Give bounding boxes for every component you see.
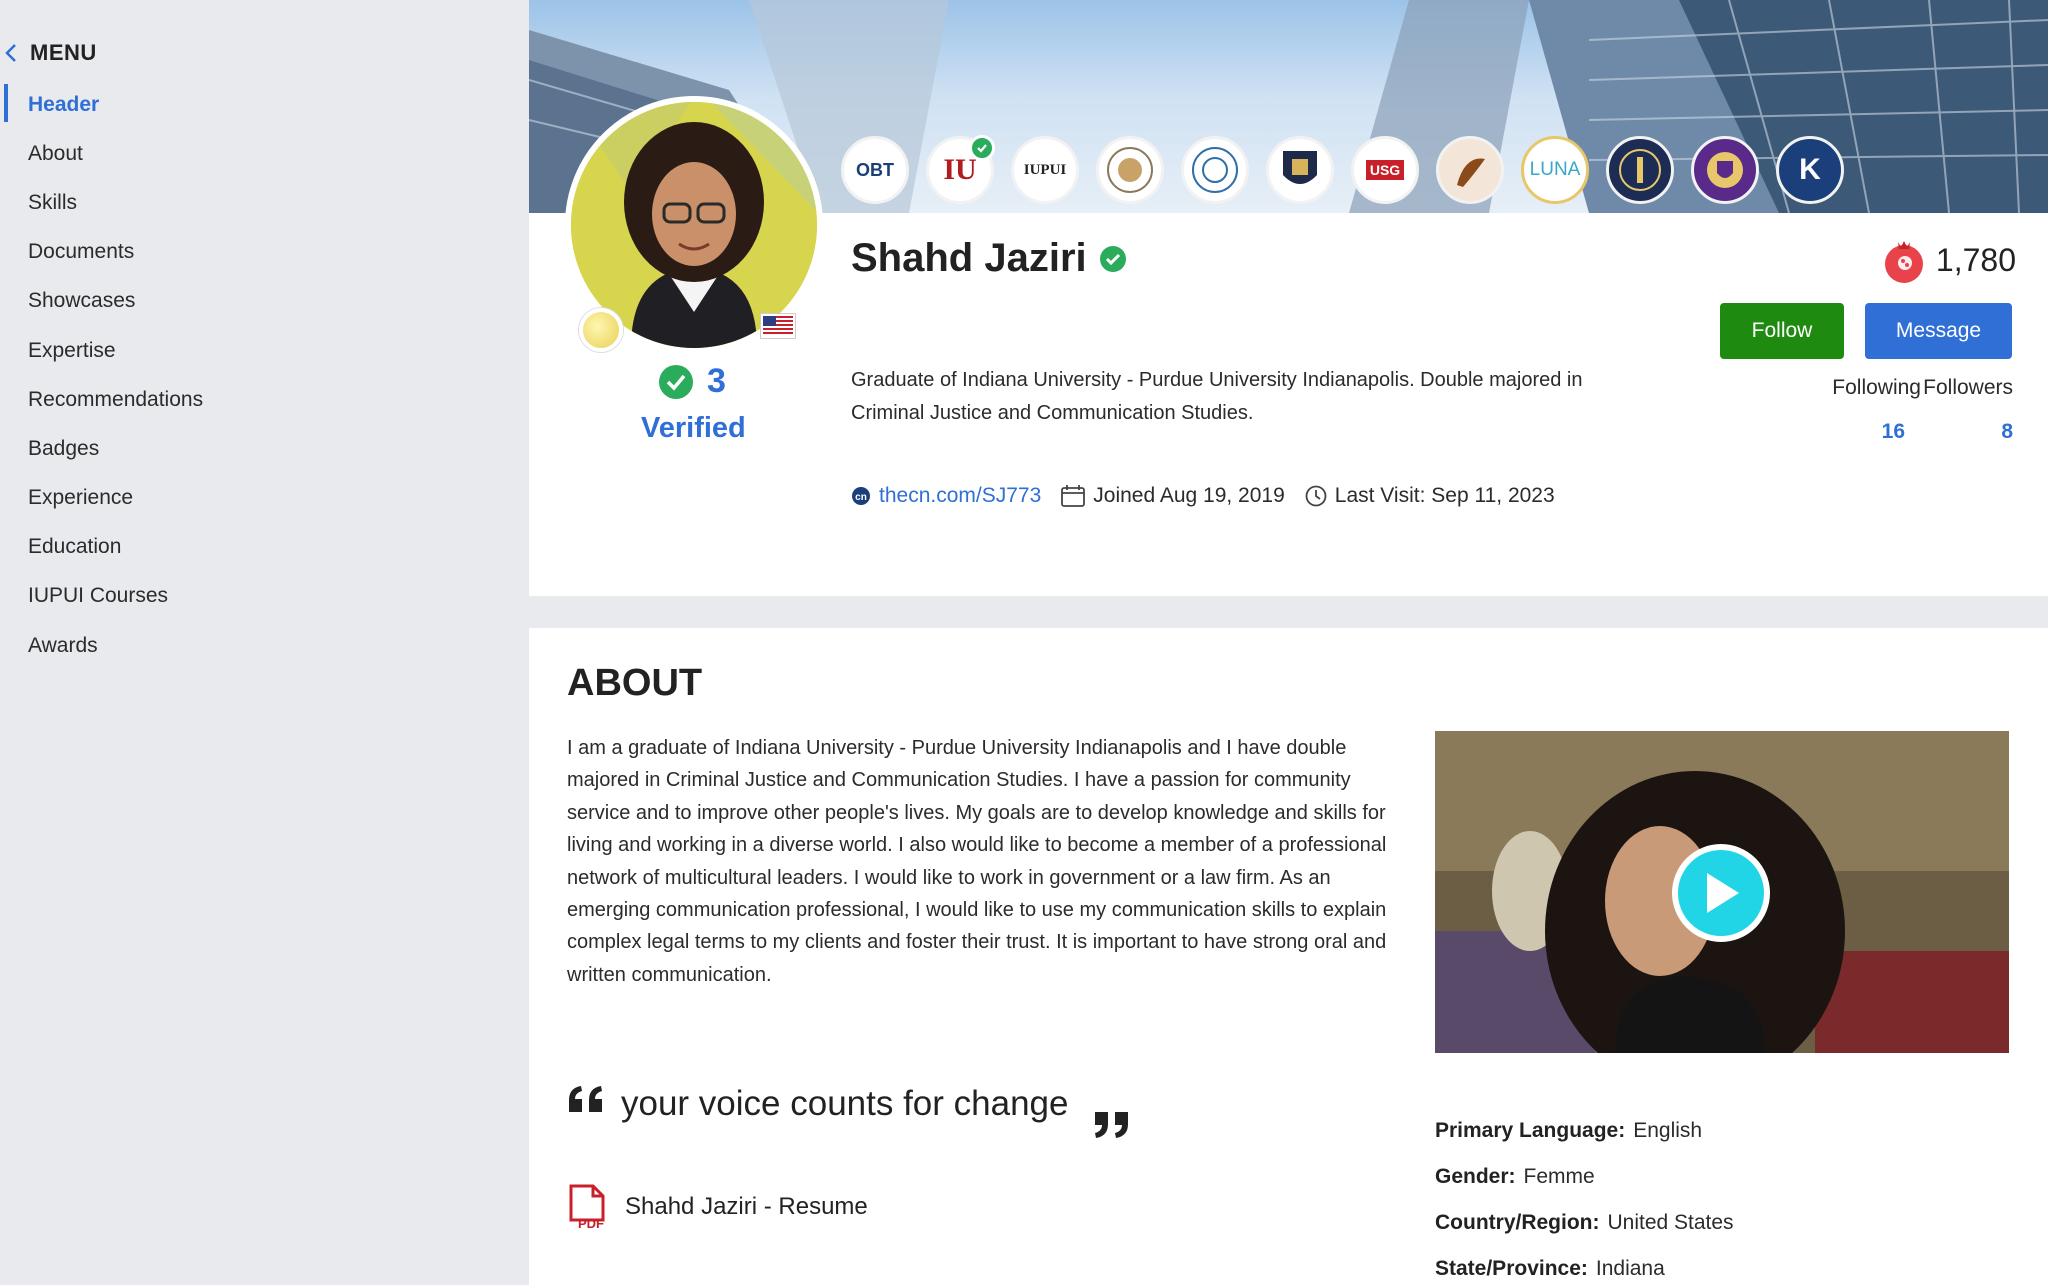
sidebar-item-about[interactable]: About [0,129,528,178]
resume-title[interactable]: Shahd Jaziri - Resume [625,1193,868,1221]
chevron-left-icon[interactable] [0,38,22,68]
intro-video[interactable] [1435,731,2009,1053]
badge-crest[interactable] [1691,136,1759,204]
following-stat[interactable]: Following 16 [1803,376,1921,444]
sidebar-item-header[interactable]: Header [0,80,528,129]
quote: your voice counts for change [567,1072,1130,1140]
badge-seal-2[interactable] [1181,136,1249,204]
sidebar-item-documents[interactable]: Documents [0,228,528,277]
points-counter[interactable]: 1,780 [1882,236,2016,284]
about-text: I am a graduate of Indiana University - … [567,737,1387,986]
quote-close-icon [1095,1112,1129,1138]
info-gender: Gender: Femme [1435,1165,1595,1188]
calendar-icon [1061,485,1086,507]
sidebar-item-showcases[interactable]: Showcases [0,277,528,326]
badge-key-club[interactable]: K [1776,136,1844,204]
sidebar-nav: Header About Skills Documents Showcases … [0,80,528,670]
profile-info: Primary Language: English Gender: Femme Co… [1435,1108,1734,1285]
play-button-icon[interactable] [1672,844,1770,942]
following-label: Following [1832,376,1921,399]
quote-text: your voice counts for change [621,1084,1069,1123]
badge-usg[interactable]: USG [1351,136,1419,204]
check-icon [969,135,995,161]
verification-count[interactable]: 3 [659,362,726,401]
about-section: ABOUT I am a graduate of Indiana Univers… [529,628,2048,1285]
sidebar-item-iupui-courses[interactable]: IUPUI Courses [0,572,528,621]
cn-logo-icon: cn [852,487,870,505]
pomegranate-icon [1884,241,1923,283]
sidebar-item-experience[interactable]: Experience [0,474,528,523]
sidebar-item-awards[interactable]: Awards [0,621,528,670]
sidebar-item-education[interactable]: Education [0,523,528,572]
verified-label: Verified [641,412,746,444]
info-state: State/Province: Indiana [1435,1257,1665,1280]
svg-text:cn: cn [855,492,867,503]
us-flag-icon [761,314,795,338]
joined-date: Joined Aug 19, 2019 [1061,484,1285,508]
about-title: ABOUT [567,662,703,704]
followers-label: Followers [1923,376,2013,399]
profile-meta: cn thecn.com/SJ773 Joined Aug 19, 2019 L… [851,484,1575,508]
sidebar-item-skills[interactable]: Skills [0,178,528,227]
quote-open-icon [569,1086,602,1112]
verified-check-icon [659,364,693,399]
profile-name: Shahd Jaziri [851,236,1087,280]
name-row: Shahd Jaziri [851,236,1127,281]
profile-link[interactable]: cn thecn.com/SJ773 [851,484,1041,508]
menu-toggle[interactable]: MENU [0,38,97,68]
pdf-file-icon: PDF [569,1184,605,1230]
verified-check-icon [1099,245,1126,272]
level-badge-icon [579,308,623,352]
info-country: Country/Region: United States [1435,1211,1734,1234]
svg-text:PDF: PDF [578,1216,604,1230]
info-primary-language: Primary Language: English [1435,1119,1703,1142]
sidebar-item-expertise[interactable]: Expertise [0,326,528,375]
badge-luna[interactable]: LUNA [1521,136,1589,204]
badge-seal-1[interactable] [1096,136,1164,204]
menu-title: MENU [30,40,97,65]
followers-stat[interactable]: Followers 8 [1915,376,2013,444]
profile-header-card: OBT IU IUPUI USG LUNA K 3 Verified Shahd… [529,0,2048,596]
last-visit: Last Visit: Sep 11, 2023 [1305,484,1555,508]
points-value: 1,780 [1935,241,2016,278]
badge-obt[interactable]: OBT [841,136,909,204]
sidebar-item-badges[interactable]: Badges [0,424,528,473]
followers-count[interactable]: 8 [1915,420,2013,444]
sidebar: MENU Header About Skills Documents Showc… [0,0,528,1285]
following-count[interactable]: 16 [1803,420,1921,444]
follow-button[interactable]: Follow [1720,303,1844,359]
badge-iupui[interactable]: IUPUI [1011,136,1079,204]
badge-shield[interactable] [1266,136,1334,204]
sidebar-item-recommendations[interactable]: Recommendations [0,375,528,424]
profile-bio: Graduate of Indiana University - Purdue … [851,369,1583,424]
badge-seal-3[interactable] [1606,136,1674,204]
badge-iu[interactable]: IU [926,135,995,204]
resume-document[interactable]: PDF Shahd Jaziri - Resume [567,1184,868,1230]
verification-number: 3 [707,362,726,400]
badge-art[interactable] [1436,136,1504,204]
clock-icon [1305,485,1327,507]
message-button[interactable]: Message [1865,303,2012,359]
